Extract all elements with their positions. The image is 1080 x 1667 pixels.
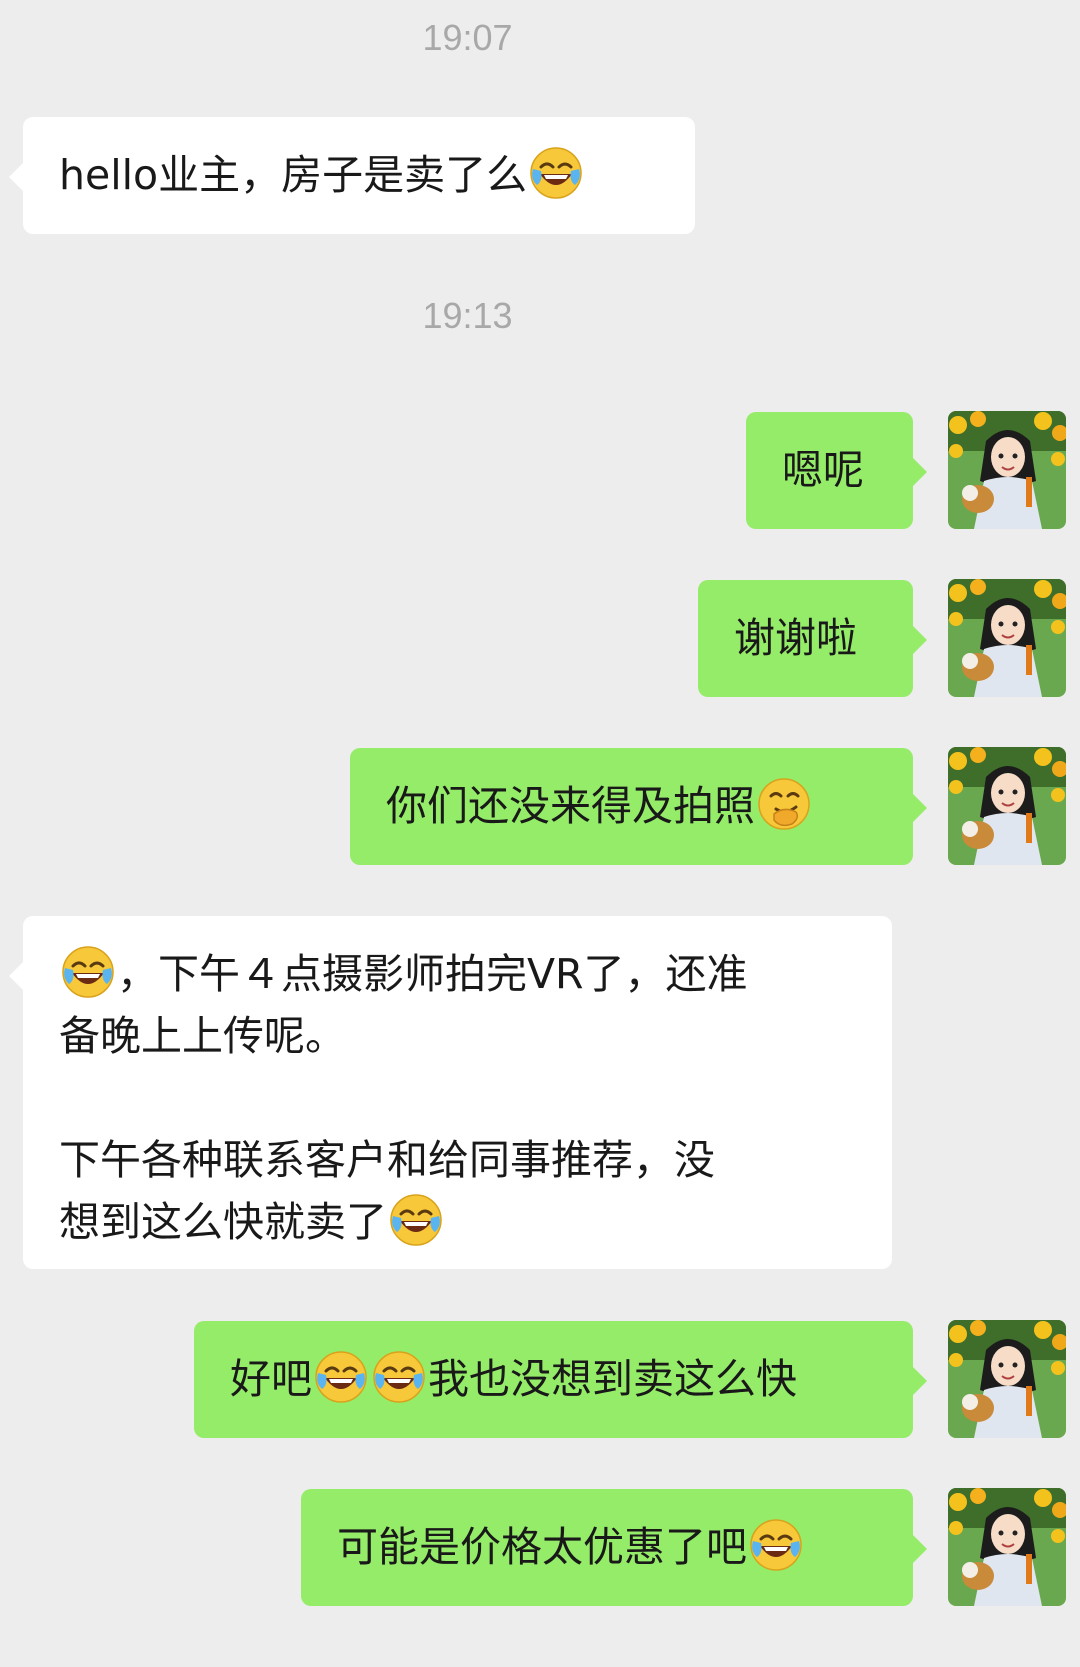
message-text: 可能是价格太优惠了吧 xyxy=(337,1523,747,1571)
message-text: 好吧 xyxy=(230,1355,312,1403)
avatar-icon[interactable] xyxy=(948,579,1066,697)
tears-of-joy-emoji-icon xyxy=(60,944,116,1000)
message-text: 我也没想到卖这么快 xyxy=(428,1355,797,1403)
avatar-icon[interactable] xyxy=(948,747,1066,865)
message-text: 嗯呢 xyxy=(782,446,864,494)
timestamp: 19:07 xyxy=(422,17,513,58)
tears-of-joy-emoji-icon xyxy=(313,1349,369,1405)
face-with-hand-over-mouth-emoji-icon xyxy=(756,776,812,832)
message-text: hello业主，房子是卖了么 xyxy=(59,151,528,199)
message-bubble-incoming[interactable]: hello业主，房子是卖了么 xyxy=(9,117,695,234)
message-bubble-incoming[interactable]: ，下午４点摄影师拍完VR了，还准 备晚上上传呢。 下午各种联系客户和给同事推荐，… xyxy=(9,916,892,1269)
message-text: 谢谢啦 xyxy=(734,614,857,662)
tears-of-joy-emoji-icon xyxy=(528,145,584,201)
tears-of-joy-emoji-icon xyxy=(388,1192,444,1248)
message-bubble-outgoing[interactable]: 好吧 我也没想到卖这么快 xyxy=(194,1321,927,1438)
tears-of-joy-emoji-icon xyxy=(748,1517,804,1573)
avatar-icon[interactable] xyxy=(948,1320,1066,1438)
message-bubble-outgoing[interactable]: 你们还没来得及拍照 xyxy=(350,748,927,865)
avatar-icon[interactable] xyxy=(948,411,1066,529)
message-bubble-outgoing[interactable]: 嗯呢 xyxy=(746,412,927,529)
message-bubble-outgoing[interactable]: 谢谢啦 xyxy=(698,580,927,697)
message-text: 你们还没来得及拍照 xyxy=(386,782,755,830)
avatar-icon[interactable] xyxy=(948,1488,1066,1606)
timestamp: 19:13 xyxy=(422,295,513,336)
message-bubble-outgoing[interactable]: 可能是价格太优惠了吧 xyxy=(301,1489,927,1606)
tears-of-joy-emoji-icon xyxy=(371,1349,427,1405)
